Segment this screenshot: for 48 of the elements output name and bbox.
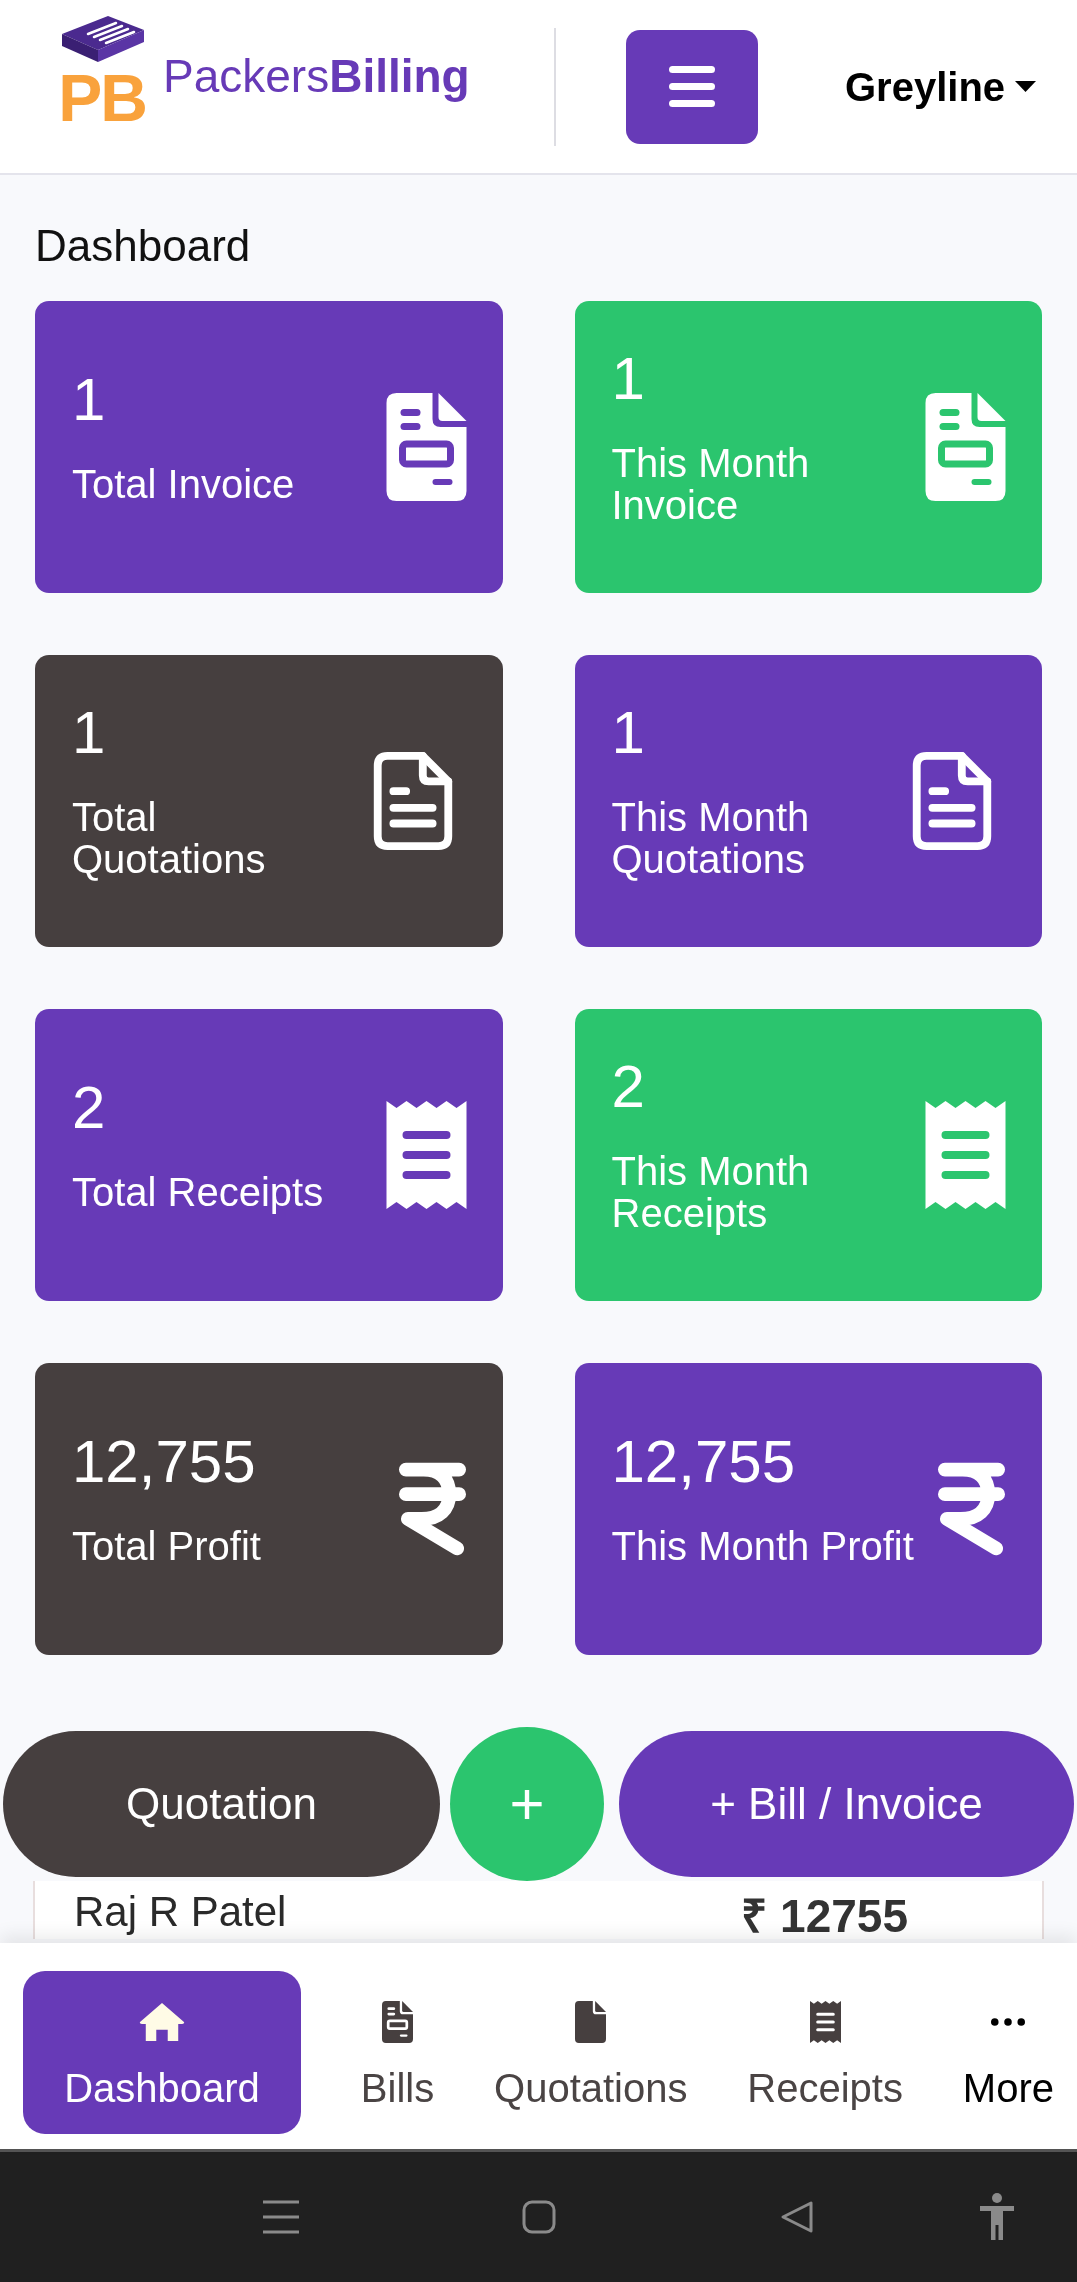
home-icon [138, 2001, 186, 2043]
bill-invoice-button[interactable]: + Bill / Invoice [619, 1731, 1074, 1877]
stat-label: Total Receipts [72, 1170, 324, 1213]
stat-label: This Month Receipts [611, 1149, 811, 1234]
document-icon [385, 393, 467, 501]
square-icon[interactable] [522, 2200, 556, 2234]
triangle-left-icon[interactable] [780, 2200, 814, 2234]
stat-value: 1 [611, 348, 645, 409]
logo-text: PB [58, 68, 146, 128]
document-icon [925, 393, 1006, 501]
stat-label: Total Profit [72, 1524, 261, 1567]
stat-value: 12,755 [611, 1431, 795, 1492]
stat-label: This Month Quotations [611, 795, 811, 880]
document-icon [372, 752, 453, 850]
nav-tab[interactable]: Bills [360, 1971, 435, 2134]
stat-label: This Month Profit [611, 1524, 914, 1567]
person-icon[interactable] [979, 2193, 1015, 2241]
page-title: Dashboard [35, 220, 252, 272]
stat-value: 1 [72, 369, 106, 430]
caret-icon [1015, 81, 1037, 92]
receipt-icon [925, 1101, 1006, 1209]
customer-name: Raj R Patel [74, 1888, 287, 1936]
stat-value: 12,755 [72, 1431, 256, 1492]
stat-label: This Month Invoice [611, 441, 811, 526]
stat-value: 1 [611, 702, 645, 763]
quotation-button[interactable]: Quotation [3, 1731, 440, 1877]
nav-tab[interactable]: More [962, 1971, 1054, 2134]
stat-label: Total Quotations [72, 795, 267, 880]
document-icon [382, 2001, 413, 2043]
nav-tab[interactable]: Quotations [494, 1971, 688, 2134]
document-icon [912, 752, 992, 850]
account-dropdown[interactable]: Greyline [845, 62, 1037, 111]
receipt-icon [809, 2001, 841, 2043]
menu-icon[interactable] [263, 2200, 299, 2234]
receipt-icon [385, 1101, 467, 1209]
bill-amount: ₹ 12755 [741, 1893, 908, 1939]
menu-button[interactable] [626, 29, 758, 144]
rupee-icon [937, 1461, 1006, 1557]
ellipsis-icon [991, 2018, 1026, 2026]
stat-label: Total Invoice [72, 462, 295, 505]
menu-icon [669, 66, 715, 107]
nav-tab[interactable]: Receipts [747, 1971, 903, 2134]
nav-tab[interactable]: Dashboard [23, 1971, 301, 2134]
file-icon [575, 2001, 607, 2043]
stat-value: 2 [72, 1077, 106, 1138]
rupee-icon [397, 1461, 467, 1557]
stat-value: 2 [611, 1056, 645, 1117]
stat-value: 1 [72, 702, 106, 763]
